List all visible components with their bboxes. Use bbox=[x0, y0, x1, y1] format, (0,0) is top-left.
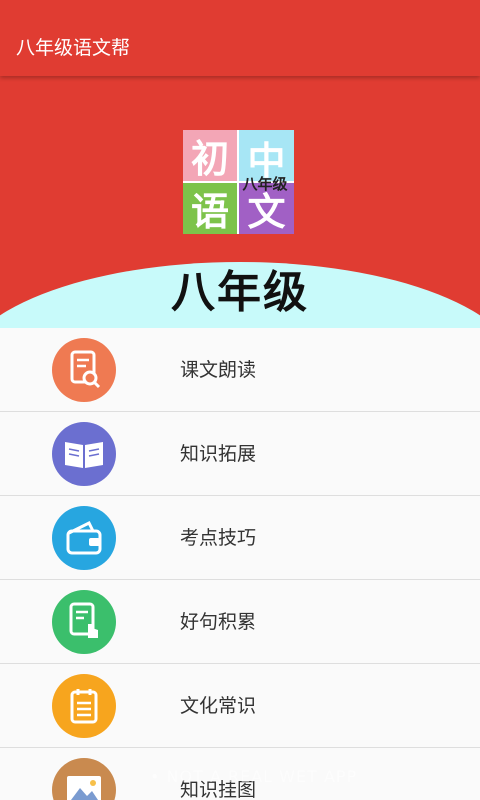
grade-title: 八年级 bbox=[171, 267, 309, 318]
menu-item-label: 文化常识 bbox=[180, 695, 257, 717]
logo-char-yu: 语 bbox=[183, 183, 237, 234]
app-title: 八年级语文帮 bbox=[16, 37, 131, 59]
wallet-icon bbox=[52, 506, 116, 570]
watermark-text: • NOT A REAL WET APP bbox=[150, 767, 358, 786]
notepad-icon bbox=[52, 674, 116, 738]
main-menu: 课文朗读 知识拓展 考点技巧 好句积累 文化常识 知识挂图 bbox=[0, 328, 480, 800]
menu-item-label: 考点技巧 bbox=[180, 527, 257, 549]
menu-item-good-sentences[interactable]: 好句积累 bbox=[0, 580, 480, 664]
touch-document-icon bbox=[52, 590, 116, 654]
menu-item-exam-tips[interactable]: 考点技巧 bbox=[0, 496, 480, 580]
menu-item-cultural-knowledge[interactable]: 文化常识 bbox=[0, 664, 480, 748]
menu-item-label: 好句积累 bbox=[180, 611, 257, 633]
menu-item-knowledge-extension[interactable]: 知识拓展 bbox=[0, 412, 480, 496]
menu-item-label: 知识拓展 bbox=[180, 443, 257, 465]
document-search-icon bbox=[52, 338, 116, 402]
app-bar: 八年级语文帮 bbox=[0, 0, 480, 76]
menu-item-label: 课文朗读 bbox=[180, 359, 257, 381]
logo-char-chu: 初 bbox=[183, 130, 237, 181]
menu-item-text-reading[interactable]: 课文朗读 bbox=[0, 328, 480, 412]
open-book-icon bbox=[52, 422, 116, 486]
logo-grade-subtitle: 八年级 bbox=[242, 175, 288, 193]
header-banner: 初 中 语 文 八年级 八年级 bbox=[0, 76, 480, 328]
picture-icon bbox=[52, 758, 116, 800]
